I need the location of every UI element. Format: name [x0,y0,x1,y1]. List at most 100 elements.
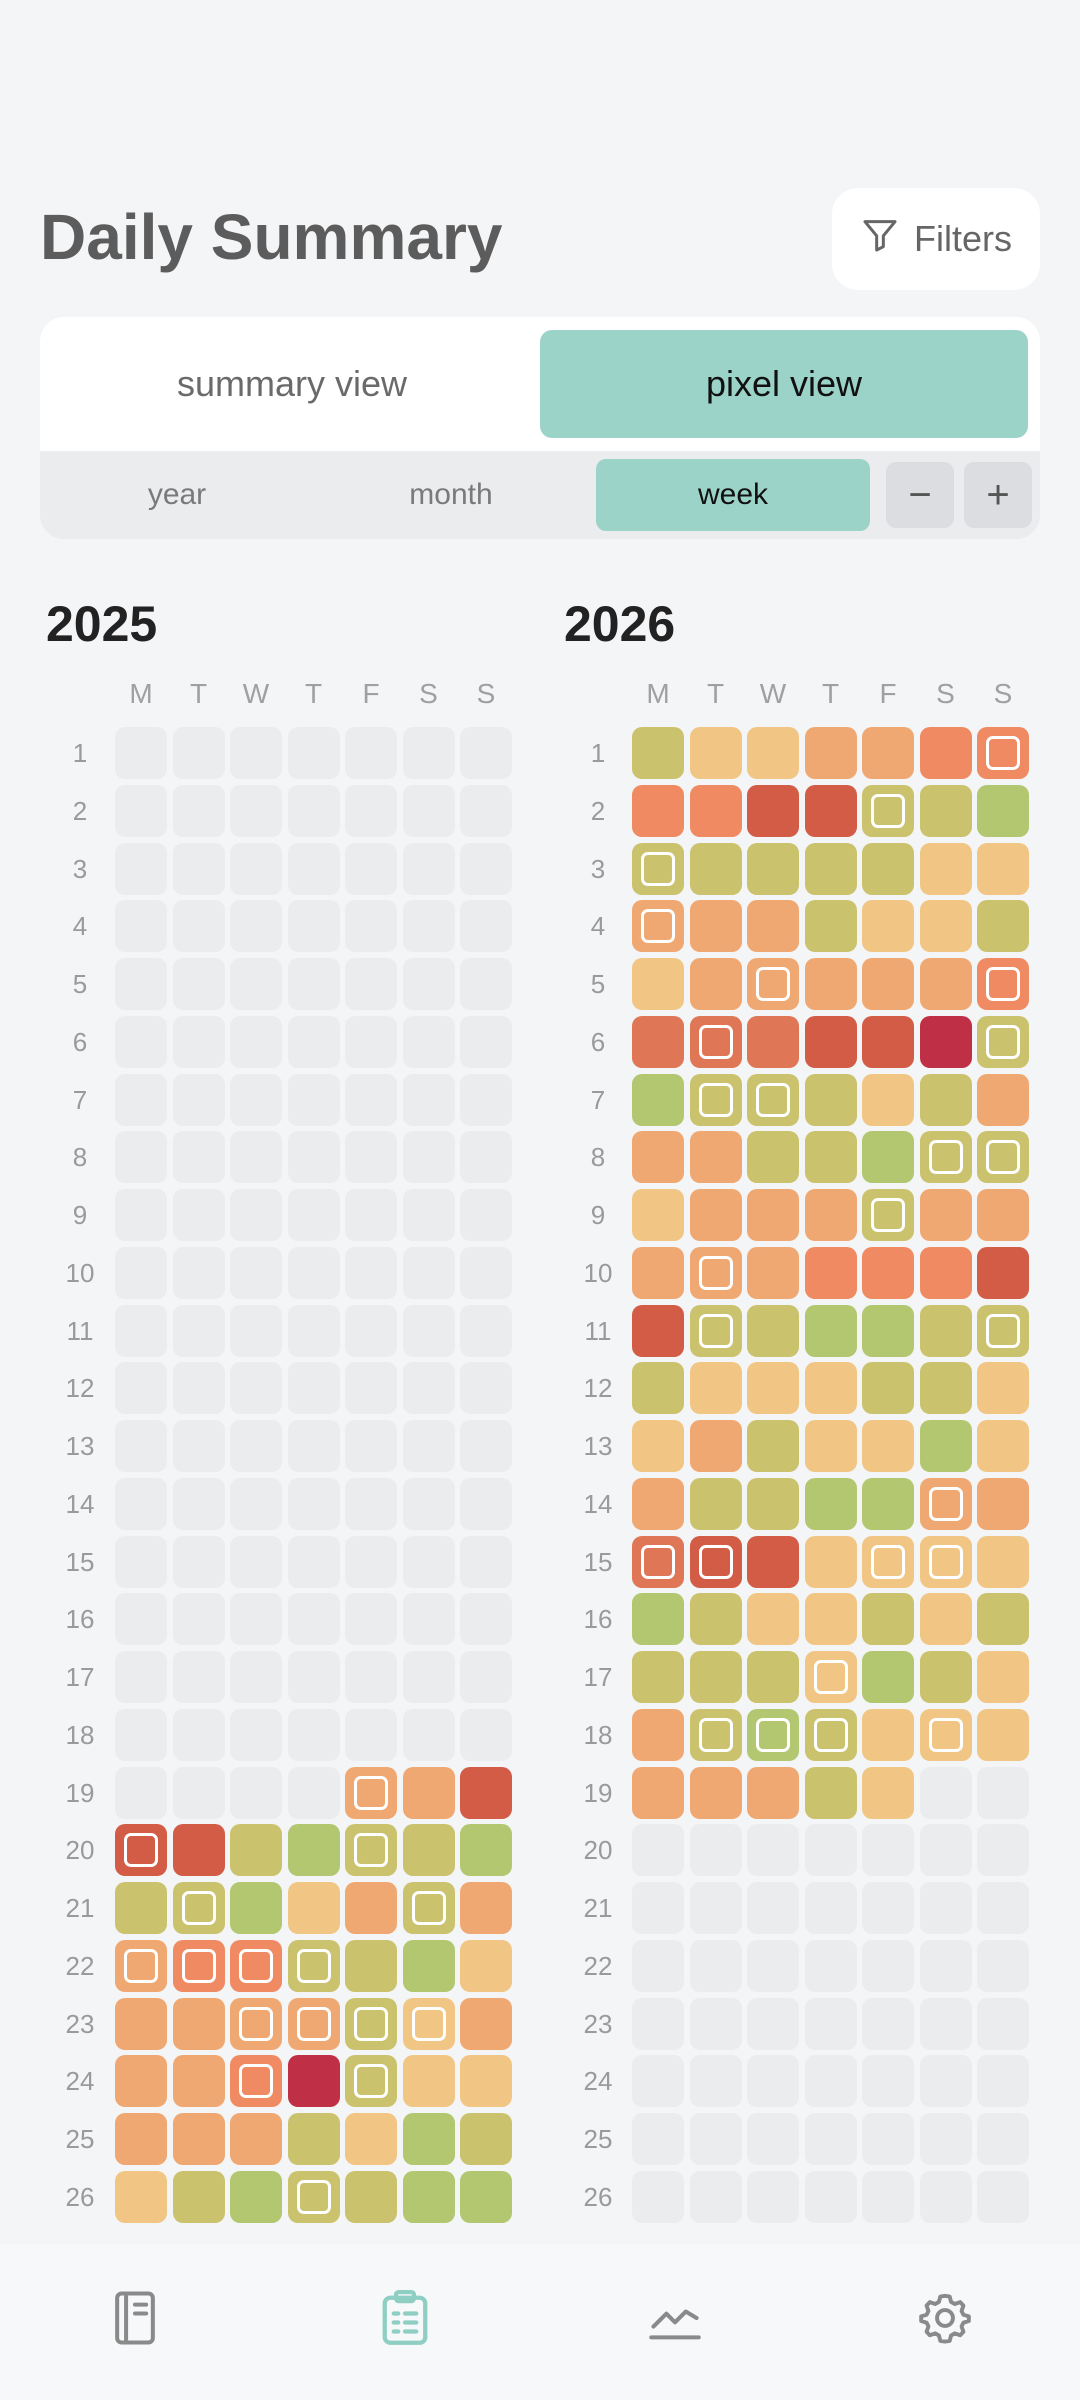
day-pixel[interactable] [689,842,742,895]
day-pixel[interactable] [402,1824,455,1877]
summary-view-tab[interactable]: summary view [48,330,536,438]
day-pixel[interactable] [919,1420,972,1472]
day-pixel[interactable] [460,2113,512,2165]
day-pixel[interactable] [977,1304,1029,1357]
day-pixel[interactable] [115,2170,167,2223]
day-pixel[interactable] [977,958,1029,1010]
day-pixel[interactable] [230,2170,282,2223]
nav-summary[interactable] [365,2280,445,2360]
day-pixel[interactable] [402,2170,455,2223]
day-pixel[interactable] [919,1362,972,1415]
day-pixel[interactable] [919,900,972,953]
day-pixel[interactable] [460,2055,512,2108]
day-pixel[interactable] [689,1073,742,1126]
day-pixel[interactable] [977,1420,1029,1472]
day-pixel[interactable] [804,900,857,953]
day-pixel[interactable] [689,1535,742,1588]
day-pixel[interactable] [862,727,914,779]
day-pixel[interactable] [632,784,684,837]
range-month-tab[interactable]: month [322,459,580,531]
day-pixel[interactable] [689,1131,742,1184]
day-pixel[interactable] [862,1131,914,1184]
day-pixel[interactable] [689,784,742,837]
day-pixel[interactable] [460,1766,512,1819]
day-pixel[interactable] [977,1477,1029,1530]
day-pixel[interactable] [919,1131,972,1184]
day-pixel[interactable] [862,1189,914,1241]
day-pixel[interactable] [919,1015,972,1068]
day-pixel[interactable] [862,842,914,895]
day-pixel[interactable] [230,1939,282,1992]
day-pixel[interactable] [287,1939,340,1992]
day-pixel[interactable] [804,1766,857,1819]
day-pixel[interactable] [345,1882,397,1934]
day-pixel[interactable] [115,1939,167,1992]
day-pixel[interactable] [689,1593,742,1646]
day-pixel[interactable] [747,1420,799,1472]
day-pixel[interactable] [747,1073,799,1126]
zoom-out-button[interactable]: − [886,462,954,528]
day-pixel[interactable] [747,1708,799,1761]
day-pixel[interactable] [977,1651,1029,1703]
day-pixel[interactable] [862,1015,914,1068]
day-pixel[interactable] [747,727,799,779]
day-pixel[interactable] [804,1651,857,1703]
day-pixel[interactable] [287,1824,340,1877]
day-pixel[interactable] [689,1708,742,1761]
pixel-view-tab[interactable]: pixel view [540,330,1028,438]
day-pixel[interactable] [402,1939,455,1992]
day-pixel[interactable] [747,958,799,1010]
day-pixel[interactable] [345,1997,397,2050]
day-pixel[interactable] [632,1708,684,1761]
day-pixel[interactable] [460,2170,512,2223]
day-pixel[interactable] [804,1593,857,1646]
day-pixel[interactable] [689,1766,742,1819]
day-pixel[interactable] [977,900,1029,953]
day-pixel[interactable] [632,1593,684,1646]
day-pixel[interactable] [862,1246,914,1299]
day-pixel[interactable] [632,842,684,895]
day-pixel[interactable] [689,1651,742,1703]
day-pixel[interactable] [977,1593,1029,1646]
day-pixel[interactable] [747,1131,799,1184]
day-pixel[interactable] [862,1073,914,1126]
day-pixel[interactable] [919,727,972,779]
day-pixel[interactable] [460,1882,512,1934]
day-pixel[interactable] [919,1246,972,1299]
day-pixel[interactable] [689,1304,742,1357]
day-pixel[interactable] [632,1535,684,1588]
day-pixel[interactable] [747,1246,799,1299]
day-pixel[interactable] [747,1189,799,1241]
day-pixel[interactable] [460,1939,512,1992]
day-pixel[interactable] [804,1189,857,1241]
day-pixel[interactable] [747,1362,799,1415]
day-pixel[interactable] [632,1651,684,1703]
day-pixel[interactable] [804,1073,857,1126]
day-pixel[interactable] [747,784,799,837]
day-pixel[interactable] [919,1535,972,1588]
day-pixel[interactable] [230,2055,282,2108]
range-year-tab[interactable]: year [48,459,306,531]
day-pixel[interactable] [862,900,914,953]
day-pixel[interactable] [402,2055,455,2108]
zoom-in-button[interactable]: + [964,462,1032,528]
day-pixel[interactable] [172,2170,225,2223]
day-pixel[interactable] [402,1997,455,2050]
day-pixel[interactable] [862,784,914,837]
day-pixel[interactable] [689,900,742,953]
day-pixel[interactable] [747,1015,799,1068]
day-pixel[interactable] [287,2170,340,2223]
day-pixel[interactable] [632,1362,684,1415]
day-pixel[interactable] [230,1882,282,1934]
day-pixel[interactable] [919,1708,972,1761]
day-pixel[interactable] [919,1189,972,1241]
day-pixel[interactable] [977,842,1029,895]
day-pixel[interactable] [402,1766,455,1819]
day-pixel[interactable] [862,1477,914,1530]
day-pixel[interactable] [632,1189,684,1241]
day-pixel[interactable] [345,2170,397,2223]
day-pixel[interactable] [689,727,742,779]
day-pixel[interactable] [632,1015,684,1068]
day-pixel[interactable] [862,1420,914,1472]
day-pixel[interactable] [230,1824,282,1877]
